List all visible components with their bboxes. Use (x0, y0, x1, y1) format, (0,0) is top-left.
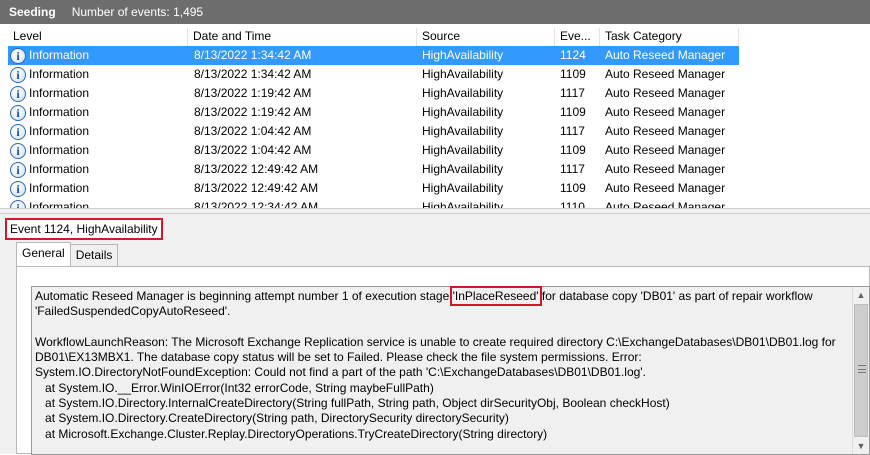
cell-task-category: Auto Reseed Manager (605, 67, 726, 81)
table-row[interactable]: i Information 8/13/2022 12:49:42 AM HighAva… (8, 179, 739, 198)
cell-task-category: Auto Reseed Manager (605, 181, 726, 195)
tab-details[interactable]: Details (69, 244, 119, 266)
cell-date: 8/13/2022 1:19:42 AM (194, 105, 312, 119)
table-row[interactable]: i Information 8/13/2022 1:19:42 AM HighAvai… (8, 103, 739, 122)
cell-level: i Information (8, 46, 188, 65)
event-rows: i Information 8/13/2022 1:34:42 AM HighAvai… (8, 46, 739, 208)
cell-event-id: 1117 (560, 86, 585, 100)
cell-task-category: Auto Reseed Manager (605, 143, 726, 157)
grip-icon (858, 365, 866, 373)
cell-event-id: 1109 (560, 67, 586, 81)
cell-task-category: Auto Reseed Manager (605, 162, 726, 176)
cell-event-id: 1109 (560, 105, 586, 119)
log-title-bar: Seeding Number of events: 1,495 (0, 0, 870, 24)
cell-task-category: Auto Reseed Manager (605, 200, 726, 208)
information-icon: i (10, 47, 26, 64)
cell-source: HighAvailability (422, 200, 504, 208)
cell-event-id: 1109 (560, 143, 586, 157)
cell-date: 8/13/2022 1:34:42 AM (194, 67, 312, 81)
column-header-source[interactable]: Source (417, 28, 555, 46)
cell-date: 8/13/2022 1:34:42 AM (194, 48, 312, 62)
description-intro: Automatic Reseed Manager is beginning at… (35, 289, 453, 303)
table-row[interactable]: i Information 8/13/2022 1:34:42 AM HighAvai… (8, 65, 739, 84)
information-icon: i (10, 161, 26, 178)
tab-general[interactable]: General (16, 242, 71, 266)
level-text: Information (29, 124, 90, 138)
cell-level: i Information (8, 84, 188, 103)
information-icon: i (10, 123, 26, 140)
information-icon: i (10, 104, 26, 121)
information-icon: i (10, 180, 26, 197)
cell-level: i Information (8, 179, 188, 198)
cell-source: HighAvailability (422, 48, 504, 62)
cell-event-id: 1124 (560, 48, 586, 62)
event-count: Number of events: 1,495 (71, 5, 204, 19)
cell-level: i Information (8, 65, 188, 84)
level-text: Information (29, 67, 90, 81)
column-header-date[interactable]: Date and Time (188, 28, 417, 46)
information-icon: i (10, 142, 26, 159)
cell-source: HighAvailability (422, 143, 504, 157)
level-text: Information (29, 48, 90, 62)
level-text: Information (29, 86, 90, 100)
column-header-level[interactable]: Level (8, 28, 188, 46)
cell-task-category: Auto Reseed Manager (605, 105, 726, 119)
cell-level: i Information (8, 141, 188, 160)
cell-source: HighAvailability (422, 181, 504, 195)
table-row[interactable]: i Information 8/13/2022 1:34:42 AM HighAvai… (8, 46, 739, 65)
table-row[interactable]: i Information 8/13/2022 1:19:42 AM HighAvai… (8, 84, 739, 103)
level-text: Information (29, 143, 90, 157)
level-text: Information (29, 105, 90, 119)
scroll-up-arrow-icon[interactable]: ▲ (853, 287, 869, 303)
information-icon: i (10, 66, 26, 83)
scrollbar-thumb[interactable] (854, 304, 868, 437)
event-title: Event 1124, HighAvailability (5, 218, 163, 240)
level-text: Information (29, 162, 90, 176)
cell-date: 8/13/2022 1:19:42 AM (194, 86, 312, 100)
cell-level: i Information (8, 122, 188, 141)
event-description-box[interactable]: Automatic Reseed Manager is beginning at… (31, 286, 870, 455)
cell-event-id: 1117 (560, 124, 585, 138)
level-text: Information (29, 181, 90, 195)
cell-date: 8/13/2022 1:04:42 AM (194, 124, 312, 138)
cell-event-id: 1117 (560, 162, 585, 176)
cell-level: i Information (8, 160, 188, 179)
cell-date: 8/13/2022 1:04:42 AM (194, 143, 312, 157)
column-header-row: Level Date and Time Source Eve... Task C… (8, 28, 739, 46)
information-icon: i (10, 199, 26, 208)
scroll-down-arrow-icon[interactable]: ▼ (853, 438, 869, 454)
cell-source: HighAvailability (422, 124, 504, 138)
table-row[interactable]: i Information 8/13/2022 12:34:42 AM HighAva… (8, 198, 739, 208)
table-row[interactable]: i Information 8/13/2022 1:04:42 AM HighAvai… (8, 141, 739, 160)
cell-task-category: Auto Reseed Manager (605, 124, 726, 138)
cell-event-id: 1110 (560, 200, 585, 208)
detail-tabs: General Details (16, 242, 119, 266)
event-list[interactable]: Level Date and Time Source Eve... Task C… (8, 28, 870, 208)
event-detail-pane: Event 1124, HighAvailability General Det… (0, 214, 870, 455)
cell-date: 8/13/2022 12:49:42 AM (194, 181, 319, 195)
column-header-event-id[interactable]: Eve... (555, 28, 600, 46)
table-row[interactable]: i Information 8/13/2022 12:49:42 AM HighAva… (8, 160, 739, 179)
cell-level: i Information (8, 103, 188, 122)
information-icon: i (10, 85, 26, 102)
cell-source: HighAvailability (422, 105, 504, 119)
level-text: Information (29, 200, 90, 208)
stage-name-highlight: 'InPlaceReseed' (449, 286, 542, 306)
cell-event-id: 1109 (560, 181, 586, 195)
cell-date: 8/13/2022 12:34:42 AM (194, 200, 319, 208)
cell-date: 8/13/2022 12:49:42 AM (194, 162, 319, 176)
cell-task-category: Auto Reseed Manager (605, 48, 726, 62)
cell-level: i Information (8, 198, 188, 208)
general-tab-panel: Automatic Reseed Manager is beginning at… (16, 266, 870, 455)
log-title: Seeding (9, 5, 56, 19)
cell-source: HighAvailability (422, 67, 504, 81)
description-scrollbar[interactable]: ▲ ▼ (852, 287, 869, 454)
column-header-task-category[interactable]: Task Category (600, 28, 739, 46)
table-row[interactable]: i Information 8/13/2022 1:04:42 AM HighAvai… (8, 122, 739, 141)
description-body: WorkflowLaunchReason: The Microsoft Exch… (35, 334, 836, 441)
event-description: Automatic Reseed Manager is beginning at… (35, 286, 853, 442)
cell-source: HighAvailability (422, 162, 504, 176)
cell-source: HighAvailability (422, 86, 504, 100)
cell-task-category: Auto Reseed Manager (605, 86, 726, 100)
